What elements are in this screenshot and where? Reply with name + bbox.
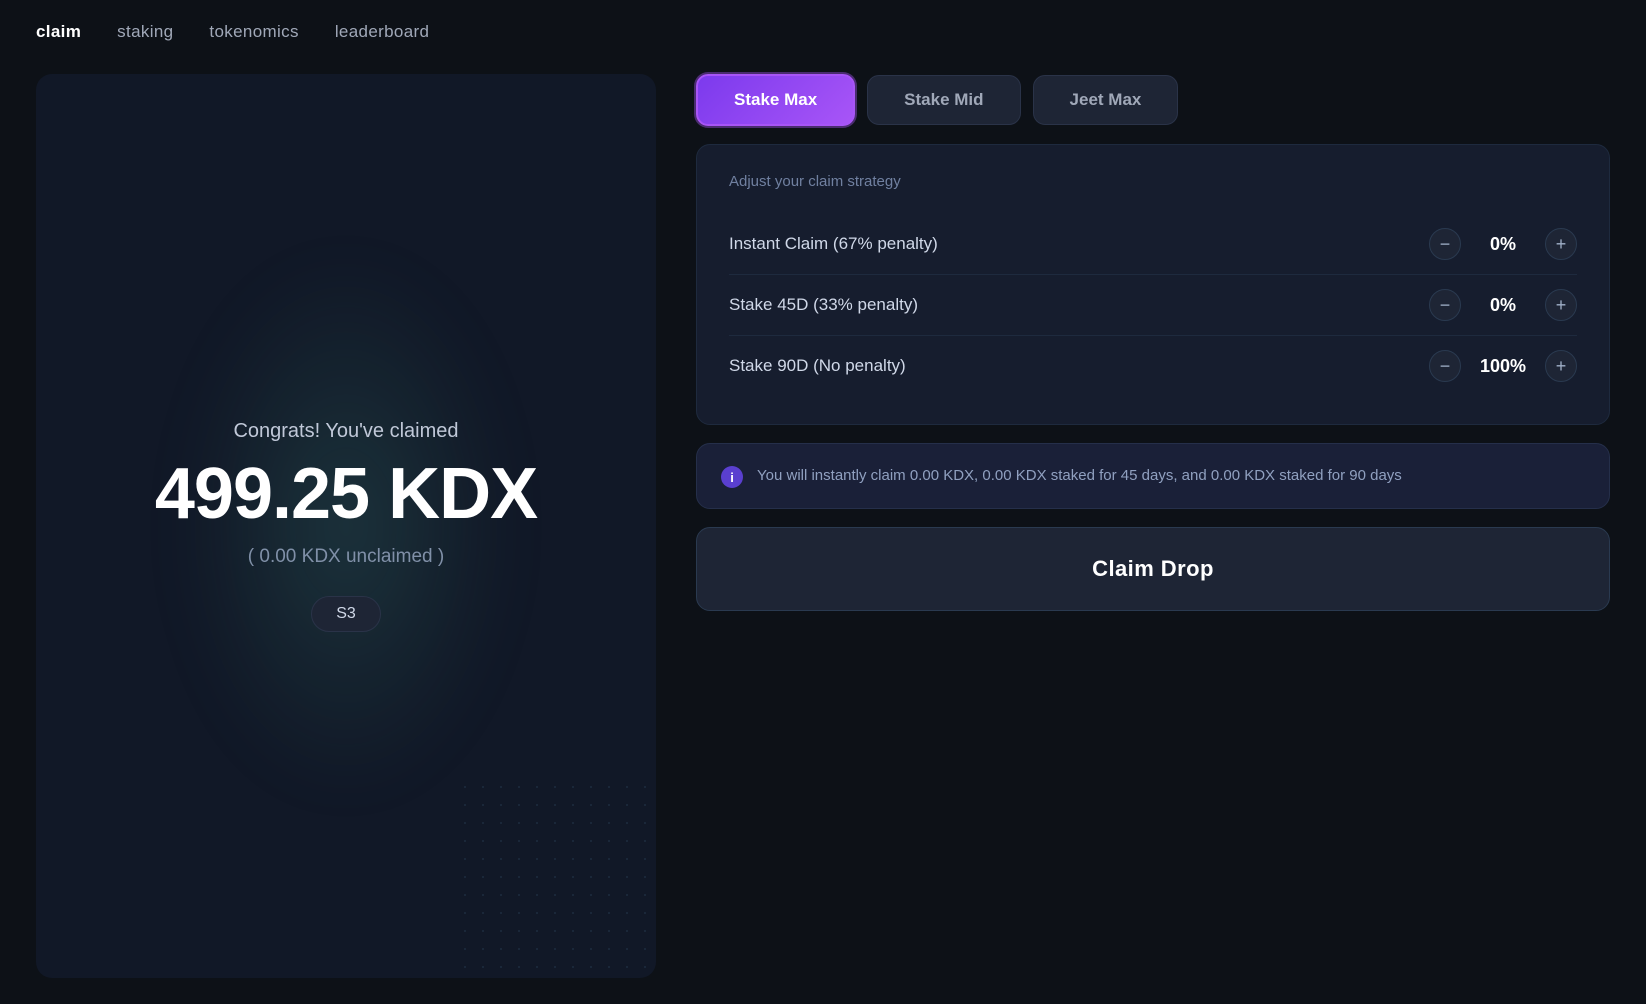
unclaimed-text: ( 0.00 KDX unclaimed ) bbox=[248, 546, 444, 568]
info-box: i You will instantly claim 0.00 KDX, 0.0… bbox=[696, 443, 1610, 509]
stake-45d-controls: − 0% + bbox=[1429, 289, 1577, 321]
kdx-amount: 499.25 KDX bbox=[155, 455, 537, 534]
claim-drop-button[interactable]: Claim Drop bbox=[696, 527, 1610, 611]
navbar: claim staking tokenomics leaderboard bbox=[0, 0, 1646, 64]
nav-staking[interactable]: staking bbox=[117, 22, 173, 42]
tab-stake-mid[interactable]: Stake Mid bbox=[867, 75, 1020, 125]
stake-45d-value: 0% bbox=[1477, 295, 1529, 316]
strategy-header: Adjust your claim strategy bbox=[729, 173, 1577, 190]
strategy-panel: Adjust your claim strategy Instant Claim… bbox=[696, 144, 1610, 425]
nav-leaderboard[interactable]: leaderboard bbox=[335, 22, 429, 42]
instant-claim-value: 0% bbox=[1477, 234, 1529, 255]
main-layout: Congrats! You've claimed 499.25 KDX ( 0.… bbox=[0, 64, 1646, 998]
stake-90d-minus[interactable]: − bbox=[1429, 350, 1461, 382]
tab-stake-max[interactable]: Stake Max bbox=[696, 74, 855, 126]
nav-tokenomics[interactable]: tokenomics bbox=[209, 22, 298, 42]
claim-content: Congrats! You've claimed 499.25 KDX ( 0.… bbox=[155, 420, 537, 632]
strategy-row-45d: Stake 45D (33% penalty) − 0% + bbox=[729, 275, 1577, 336]
right-panel: Stake Max Stake Mid Jeet Max Adjust your… bbox=[656, 74, 1610, 978]
season-badge: S3 bbox=[311, 596, 381, 632]
stake-90d-label: Stake 90D (No penalty) bbox=[729, 356, 906, 376]
instant-claim-label: Instant Claim (67% penalty) bbox=[729, 234, 938, 254]
stake-90d-controls: − 100% + bbox=[1429, 350, 1577, 382]
instant-claim-plus[interactable]: + bbox=[1545, 228, 1577, 260]
stake-45d-minus[interactable]: − bbox=[1429, 289, 1461, 321]
strategy-row-90d: Stake 90D (No penalty) − 100% + bbox=[729, 336, 1577, 396]
stake-90d-value: 100% bbox=[1477, 356, 1529, 377]
strategy-row-instant: Instant Claim (67% penalty) − 0% + bbox=[729, 214, 1577, 275]
instant-claim-controls: − 0% + bbox=[1429, 228, 1577, 260]
stake-90d-plus[interactable]: + bbox=[1545, 350, 1577, 382]
dot-pattern bbox=[456, 778, 656, 978]
stake-45d-label: Stake 45D (33% penalty) bbox=[729, 295, 918, 315]
strategy-tabs: Stake Max Stake Mid Jeet Max bbox=[696, 74, 1610, 126]
tab-jeet-max[interactable]: Jeet Max bbox=[1033, 75, 1179, 125]
claim-card: Congrats! You've claimed 499.25 KDX ( 0.… bbox=[36, 74, 656, 978]
nav-claim[interactable]: claim bbox=[36, 22, 81, 42]
info-icon: i bbox=[721, 466, 743, 488]
congrats-text: Congrats! You've claimed bbox=[233, 420, 458, 443]
instant-claim-minus[interactable]: − bbox=[1429, 228, 1461, 260]
stake-45d-plus[interactable]: + bbox=[1545, 289, 1577, 321]
info-text: You will instantly claim 0.00 KDX, 0.00 … bbox=[757, 464, 1402, 487]
